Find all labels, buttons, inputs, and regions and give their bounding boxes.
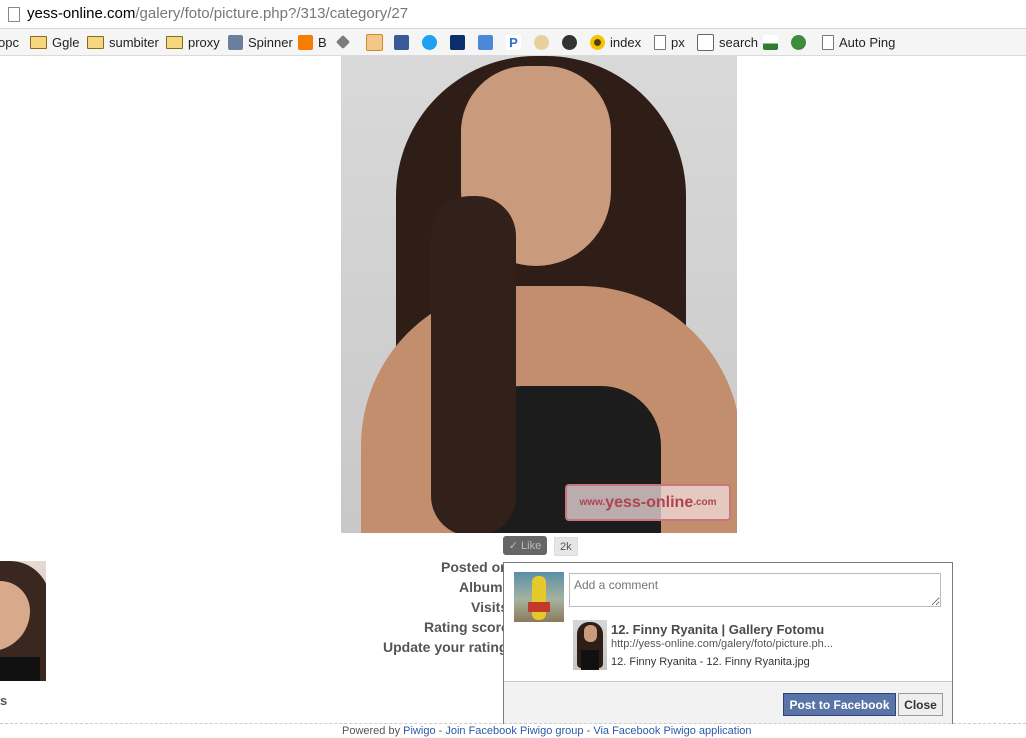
watermark-suffix: .com xyxy=(693,497,717,508)
bookmark-label: Ggle xyxy=(52,34,80,50)
folder-icon xyxy=(87,35,104,49)
blogger-icon xyxy=(298,34,313,50)
url-host: yess-online.com xyxy=(27,5,136,22)
page-icon xyxy=(654,34,666,50)
facebook-icon xyxy=(394,34,409,50)
check-icon: ✓ xyxy=(508,540,519,552)
share-link: http://yess-online.com/galery/foto/pictu… xyxy=(611,638,833,650)
page-icon xyxy=(822,34,834,50)
spinner-icon xyxy=(228,34,243,50)
search-icon xyxy=(697,33,714,51)
bookmark-label: Spinner xyxy=(248,34,293,50)
info-posted-label: Posted or xyxy=(441,559,506,575)
bookmark-label: px xyxy=(671,34,685,50)
p-icon: P xyxy=(506,34,521,50)
avatar-shorts xyxy=(528,602,550,612)
like-label: Like xyxy=(521,539,542,552)
bookmark-globe[interactable] xyxy=(791,32,806,52)
bookmark-label: B xyxy=(318,34,327,50)
powered-by-label: Powered by xyxy=(342,725,401,737)
bookmark-label: search xyxy=(719,34,759,50)
facebook-share-dialog: 12. Finny Ryanita | Gallery Fotomu http:… xyxy=(503,562,953,724)
info-rating-label: Rating score xyxy=(424,619,509,635)
bookmarks-bar: opc Ggle sumbiter proxy Spinner B P inde… xyxy=(0,29,1026,56)
graph-icon xyxy=(763,34,778,50)
bookmark-sumbiter[interactable]: sumbiter xyxy=(87,32,159,52)
bookmark-blogger[interactable]: B xyxy=(298,32,327,52)
twitter-icon xyxy=(422,34,437,50)
pin-icon xyxy=(335,34,351,50)
close-button[interactable]: Close xyxy=(898,693,943,716)
piwigo-link[interactable]: Piwigo xyxy=(403,725,435,737)
watermark-prefix: www. xyxy=(579,497,606,508)
join-group-link[interactable]: Join Facebook Piwigo group xyxy=(445,725,583,737)
watermark-logo: www. yess-online .com xyxy=(565,484,731,521)
prev-thumbnail[interactable] xyxy=(0,561,46,681)
bookmark-index[interactable]: index xyxy=(590,32,641,52)
left-cut-label: s xyxy=(0,693,8,708)
thumb-top xyxy=(0,657,40,681)
bookmark-hand[interactable] xyxy=(534,32,549,52)
separator: - xyxy=(435,725,446,737)
like-count: 2k xyxy=(554,537,578,556)
share-icon xyxy=(478,34,493,50)
bookmark-auto-ping[interactable]: Auto Ping xyxy=(822,32,895,52)
bookmark-share[interactable] xyxy=(478,32,493,52)
user-avatar xyxy=(514,572,564,622)
powered-by-footer: Powered by Piwigo - Join Facebook Piwigo… xyxy=(342,725,752,737)
bookmark-search[interactable]: search xyxy=(697,32,758,52)
dialog-footer: Post to Facebook Close xyxy=(504,681,952,724)
bookmark-camera[interactable] xyxy=(562,32,577,52)
address-bar[interactable]: yess-online.com/galery/foto/picture.php?… xyxy=(0,0,1026,29)
watermark-main: yess-online xyxy=(605,493,694,511)
hand-icon xyxy=(534,34,549,50)
bookmark-icon xyxy=(450,34,465,50)
bookmark-graph[interactable] xyxy=(763,32,778,52)
share-thumb-top xyxy=(581,650,599,670)
share-description: 12. Finny Ryanita - 12. Finny Ryanita.jp… xyxy=(611,656,810,668)
facebook-app-link[interactable]: Via Facebook Piwigo application xyxy=(593,725,751,737)
bookmark-proxy[interactable]: proxy xyxy=(166,32,220,52)
sunflower-icon xyxy=(590,34,605,50)
folder-icon xyxy=(166,35,183,49)
photo-hair-front xyxy=(431,196,516,533)
bookmark-label: index xyxy=(610,34,642,50)
share-thumbnail xyxy=(573,620,607,670)
url-text[interactable]: yess-online.com/galery/foto/picture.php?… xyxy=(27,5,408,22)
mail-icon xyxy=(366,33,383,51)
bookmark-label: Auto Ping xyxy=(839,34,896,50)
post-to-facebook-button[interactable]: Post to Facebook xyxy=(783,693,896,716)
url-path: /galery/foto/picture.php?/313/category/2… xyxy=(135,5,409,22)
bookmark-twitter[interactable] xyxy=(422,32,437,52)
globe-icon xyxy=(791,34,806,50)
bookmark-label: proxy xyxy=(188,34,220,50)
bookmark-facebook[interactable] xyxy=(394,32,409,52)
like-button[interactable]: ✓ Like xyxy=(503,536,547,555)
share-thumb-face xyxy=(584,625,597,642)
bookmark-pin[interactable] xyxy=(335,32,351,52)
bookmark-ggle[interactable]: Ggle xyxy=(30,32,79,52)
separator: - xyxy=(583,725,594,737)
folder-icon xyxy=(30,35,47,49)
bookmark-dark[interactable] xyxy=(450,32,465,52)
page-icon xyxy=(8,7,20,22)
comment-input[interactable] xyxy=(569,573,941,607)
bookmark-px[interactable]: px xyxy=(654,32,685,52)
main-photo[interactable]: www. yess-online .com xyxy=(341,56,737,533)
avatar-figure xyxy=(532,576,546,620)
bookmark-spinner[interactable]: Spinner xyxy=(228,32,293,52)
camera-icon xyxy=(562,34,577,50)
bookmark-opc[interactable]: opc xyxy=(0,32,19,52)
info-update-rating-label: Update your rating xyxy=(383,639,508,655)
bookmark-p[interactable]: P xyxy=(506,32,521,52)
bookmark-label: sumbiter xyxy=(109,34,159,50)
footer-divider xyxy=(0,723,1026,724)
share-title[interactable]: 12. Finny Ryanita | Gallery Fotomu xyxy=(611,622,824,637)
bookmark-mail[interactable] xyxy=(366,32,383,52)
bookmark-label: opc xyxy=(0,34,19,50)
